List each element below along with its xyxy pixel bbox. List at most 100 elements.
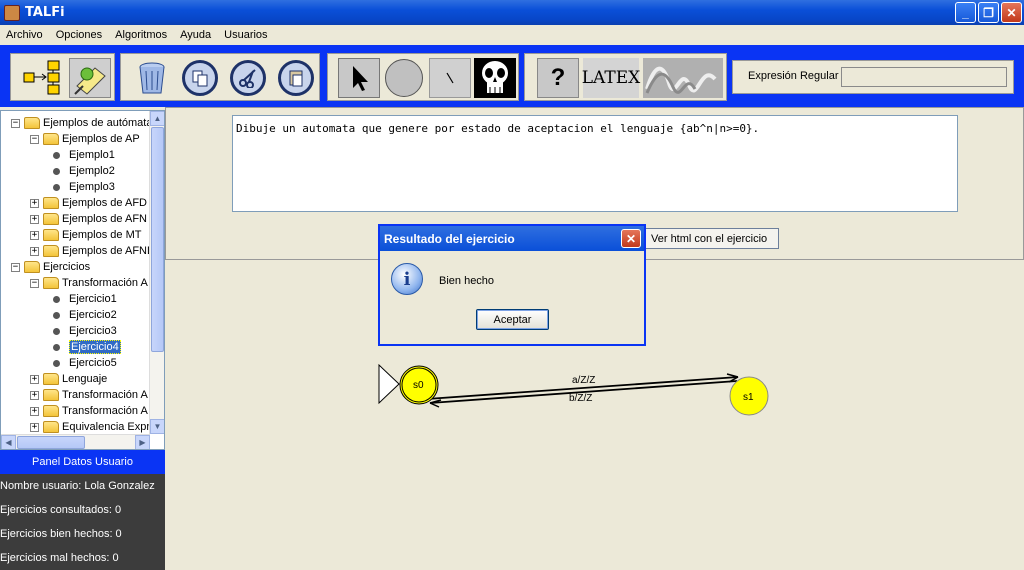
collapse-icon[interactable]: − [30, 134, 39, 144]
tree-horizontal-scrollbar[interactable]: ◀ ▶ [1, 434, 150, 449]
exercise-statement[interactable]: Dibuje un automata que genere por estado… [232, 115, 958, 212]
tree-folder[interactable]: + Ejemplos de AFND [30, 243, 155, 259]
tree-leaf[interactable]: Ejercicio2 [49, 307, 117, 323]
menu-algoritmos[interactable]: Algoritmos [115, 29, 167, 41]
folder-icon [43, 421, 59, 433]
expand-icon[interactable]: + [30, 406, 39, 416]
collapse-icon[interactable]: − [11, 262, 20, 272]
copy-button[interactable] [179, 58, 221, 98]
tree-vertical-scrollbar[interactable]: ▲ ▼ [149, 111, 164, 434]
scroll-left-icon[interactable]: ◀ [1, 435, 16, 449]
folder-icon [43, 405, 59, 417]
tree-folder[interactable]: + Ejemplos de AFD [30, 195, 147, 211]
expand-icon[interactable]: + [30, 246, 39, 256]
tree-folder[interactable]: + Ejemplos de AFN [30, 211, 147, 227]
scroll-down-icon[interactable]: ▼ [150, 419, 164, 434]
tree-item-label: Ejemplos de AFND [62, 245, 155, 257]
expand-icon[interactable]: + [30, 374, 39, 384]
latex-button[interactable]: LATEX [582, 58, 640, 98]
copy-icon [182, 60, 218, 96]
exercises-correct: Ejercicios bien hechos: 0 [0, 528, 122, 540]
close-button[interactable]: ✕ [1001, 2, 1022, 23]
menu-archivo[interactable]: Archivo [6, 29, 43, 41]
automaton-canvas[interactable]: a/Z/Z b/Z/Z s0 s1 [375, 355, 795, 425]
toolbar: ? LATEX Expresión Regular [0, 45, 1024, 107]
scroll-right-icon[interactable]: ▶ [135, 435, 150, 449]
state-s0-label: s0 [413, 380, 424, 391]
state-button[interactable] [383, 58, 425, 98]
tree-leaf[interactable]: Ejercicio4 [49, 339, 121, 355]
expand-icon[interactable]: + [30, 198, 39, 208]
transition-line-icon [446, 72, 454, 84]
toolbar-group-draw [327, 53, 519, 101]
tree-leaf[interactable]: Ejercicio3 [49, 323, 117, 339]
expand-icon[interactable]: + [30, 422, 39, 432]
tree-item-label: Ejemplos de MT [62, 229, 142, 241]
delete-button[interactable] [474, 58, 516, 98]
tree-folder[interactable]: + Lenguaje [30, 371, 107, 387]
tree-leaf[interactable]: Ejercicio5 [49, 355, 117, 371]
tree-item-label: Ejercicio3 [69, 325, 117, 337]
accept-button[interactable]: Aceptar [476, 309, 549, 330]
wave-button[interactable] [643, 58, 723, 98]
pointer-button[interactable] [338, 58, 380, 98]
trash-icon [139, 62, 165, 94]
expand-icon[interactable]: + [30, 230, 39, 240]
tree-vscroll-thumb[interactable] [151, 127, 164, 352]
cut-button[interactable] [227, 58, 269, 98]
notes-button[interactable] [69, 58, 111, 98]
tree-folder[interactable]: + Equivalencia Expr [30, 419, 150, 435]
paste-button[interactable] [275, 58, 317, 98]
toolbar-group-edit [120, 53, 320, 101]
scroll-up-icon[interactable]: ▲ [150, 111, 164, 126]
automaton-to-regex-button[interactable] [21, 58, 63, 98]
leaf-icon [53, 327, 60, 335]
folder-icon [24, 117, 40, 129]
collapse-icon[interactable]: − [11, 118, 20, 128]
tree-item-label: Ejemplo1 [69, 149, 115, 161]
tree-item-label: Ejercicio4 [69, 340, 121, 354]
folder-icon [43, 277, 59, 289]
collapse-icon[interactable]: − [30, 278, 39, 288]
minimize-button[interactable]: _ [955, 2, 976, 23]
leaf-icon [53, 183, 60, 191]
leaf-icon [53, 311, 60, 319]
regex-panel: Expresión Regular [732, 60, 1014, 94]
regex-input[interactable] [841, 67, 1007, 87]
tree-folder[interactable]: − Ejemplos de AP [30, 131, 140, 147]
cut-icon [230, 60, 266, 96]
tree-leaf[interactable]: Ejercicio1 [49, 291, 117, 307]
menu-usuarios[interactable]: Usuarios [224, 29, 267, 41]
help-button[interactable]: ? [537, 58, 579, 98]
tree-folder[interactable]: − Transformación A [30, 275, 148, 291]
user-data-panel: Panel Datos Usuario Nombre usuario: Lola… [0, 450, 165, 570]
tree-leaf[interactable]: Ejemplo2 [49, 163, 115, 179]
leaf-icon [53, 167, 60, 175]
tree-folder[interactable]: + Transformación A [30, 387, 148, 403]
tree-folder[interactable]: + Transformación A [30, 403, 148, 419]
tree-folder[interactable]: − Ejemplos de autómata [11, 115, 152, 131]
user-panel-header: Panel Datos Usuario [0, 450, 165, 474]
paste-icon [278, 60, 314, 96]
tree-leaf[interactable]: Ejemplo1 [49, 147, 115, 163]
tree-hscroll-thumb[interactable] [17, 436, 85, 449]
transition-button[interactable] [429, 58, 471, 98]
dialog-close-button[interactable]: ✕ [621, 229, 641, 248]
toolbar-group-automata [10, 53, 115, 101]
expand-icon[interactable]: + [30, 390, 39, 400]
maximize-button[interactable]: ❐ [978, 2, 999, 23]
tree-folder[interactable]: + Ejemplos de MT [30, 227, 141, 243]
trash-button[interactable] [131, 58, 173, 98]
menu-ayuda[interactable]: Ayuda [180, 29, 211, 41]
menu-opciones[interactable]: Opciones [56, 29, 102, 41]
skull-icon [482, 61, 508, 93]
tree-leaf[interactable]: Ejemplo3 [49, 179, 115, 195]
leaf-icon [53, 295, 60, 303]
info-icon: i [391, 263, 423, 295]
regex-label: Expresión Regular [748, 70, 839, 82]
automaton-to-regex-icon [23, 60, 60, 95]
expand-icon[interactable]: + [30, 214, 39, 224]
tree-item-label: Lenguaje [62, 373, 108, 385]
tree-folder[interactable]: − Ejercicios [11, 259, 90, 275]
view-html-button[interactable]: Ver html con el ejercicio [644, 228, 779, 249]
